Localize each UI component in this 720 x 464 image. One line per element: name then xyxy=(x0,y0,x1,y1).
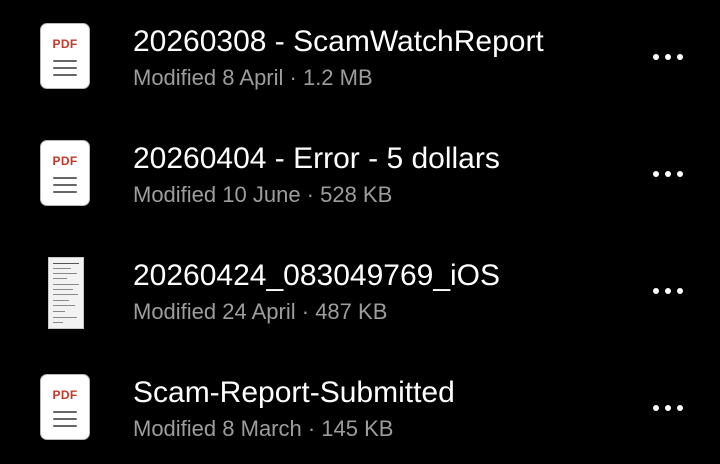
pdf-file-icon: PDF xyxy=(40,374,90,440)
file-name: 20260424_083049769_iOS xyxy=(133,259,501,292)
document-thumbnail xyxy=(48,257,84,329)
file-meta: Modified 8 April · 1.2 MB xyxy=(133,65,373,90)
text-lines-icon xyxy=(53,411,77,432)
file-row[interactable]: PDF Scam-Report-Submitted Modified 8 Mar… xyxy=(0,359,720,459)
file-thumbnail: PDF xyxy=(40,23,92,91)
more-options-button[interactable] xyxy=(640,272,696,312)
file-meta: Modified 10 June · 528 KB xyxy=(133,182,393,207)
file-row[interactable]: PDF 20260404 - Error - 5 dollars Modifie… xyxy=(0,125,720,225)
text-lines-icon xyxy=(53,177,77,198)
pdf-icon-label: PDF xyxy=(52,37,78,51)
pdf-file-icon: PDF xyxy=(40,140,90,206)
file-name: 20260404 - Error - 5 dollars xyxy=(133,142,500,175)
more-options-icon xyxy=(653,54,683,60)
pdf-icon-label: PDF xyxy=(52,154,78,168)
pdf-file-icon: PDF xyxy=(40,23,90,89)
file-thumbnail xyxy=(40,257,92,329)
file-row[interactable]: 20260424_083049769_iOS Modified 24 April… xyxy=(0,242,720,342)
file-name: 20260308 - ScamWatchReport xyxy=(133,25,544,58)
text-lines-icon xyxy=(53,60,77,81)
file-meta: Modified 8 March · 145 KB xyxy=(133,416,394,441)
file-row[interactable]: PDF 20260308 - ScamWatchReport Modified … xyxy=(0,8,720,108)
more-options-button[interactable] xyxy=(640,38,696,78)
more-options-button[interactable] xyxy=(640,389,696,429)
file-thumbnail: PDF xyxy=(40,374,92,442)
file-name: Scam-Report-Submitted xyxy=(133,376,455,409)
more-options-icon xyxy=(653,405,683,411)
more-options-icon xyxy=(653,288,683,294)
file-thumbnail: PDF xyxy=(40,140,92,208)
pdf-icon-label: PDF xyxy=(52,388,78,402)
file-list: PDF 20260308 - ScamWatchReport Modified … xyxy=(0,0,720,464)
more-options-button[interactable] xyxy=(640,155,696,195)
more-options-icon xyxy=(653,171,683,177)
file-meta: Modified 24 April · 487 KB xyxy=(133,299,388,324)
